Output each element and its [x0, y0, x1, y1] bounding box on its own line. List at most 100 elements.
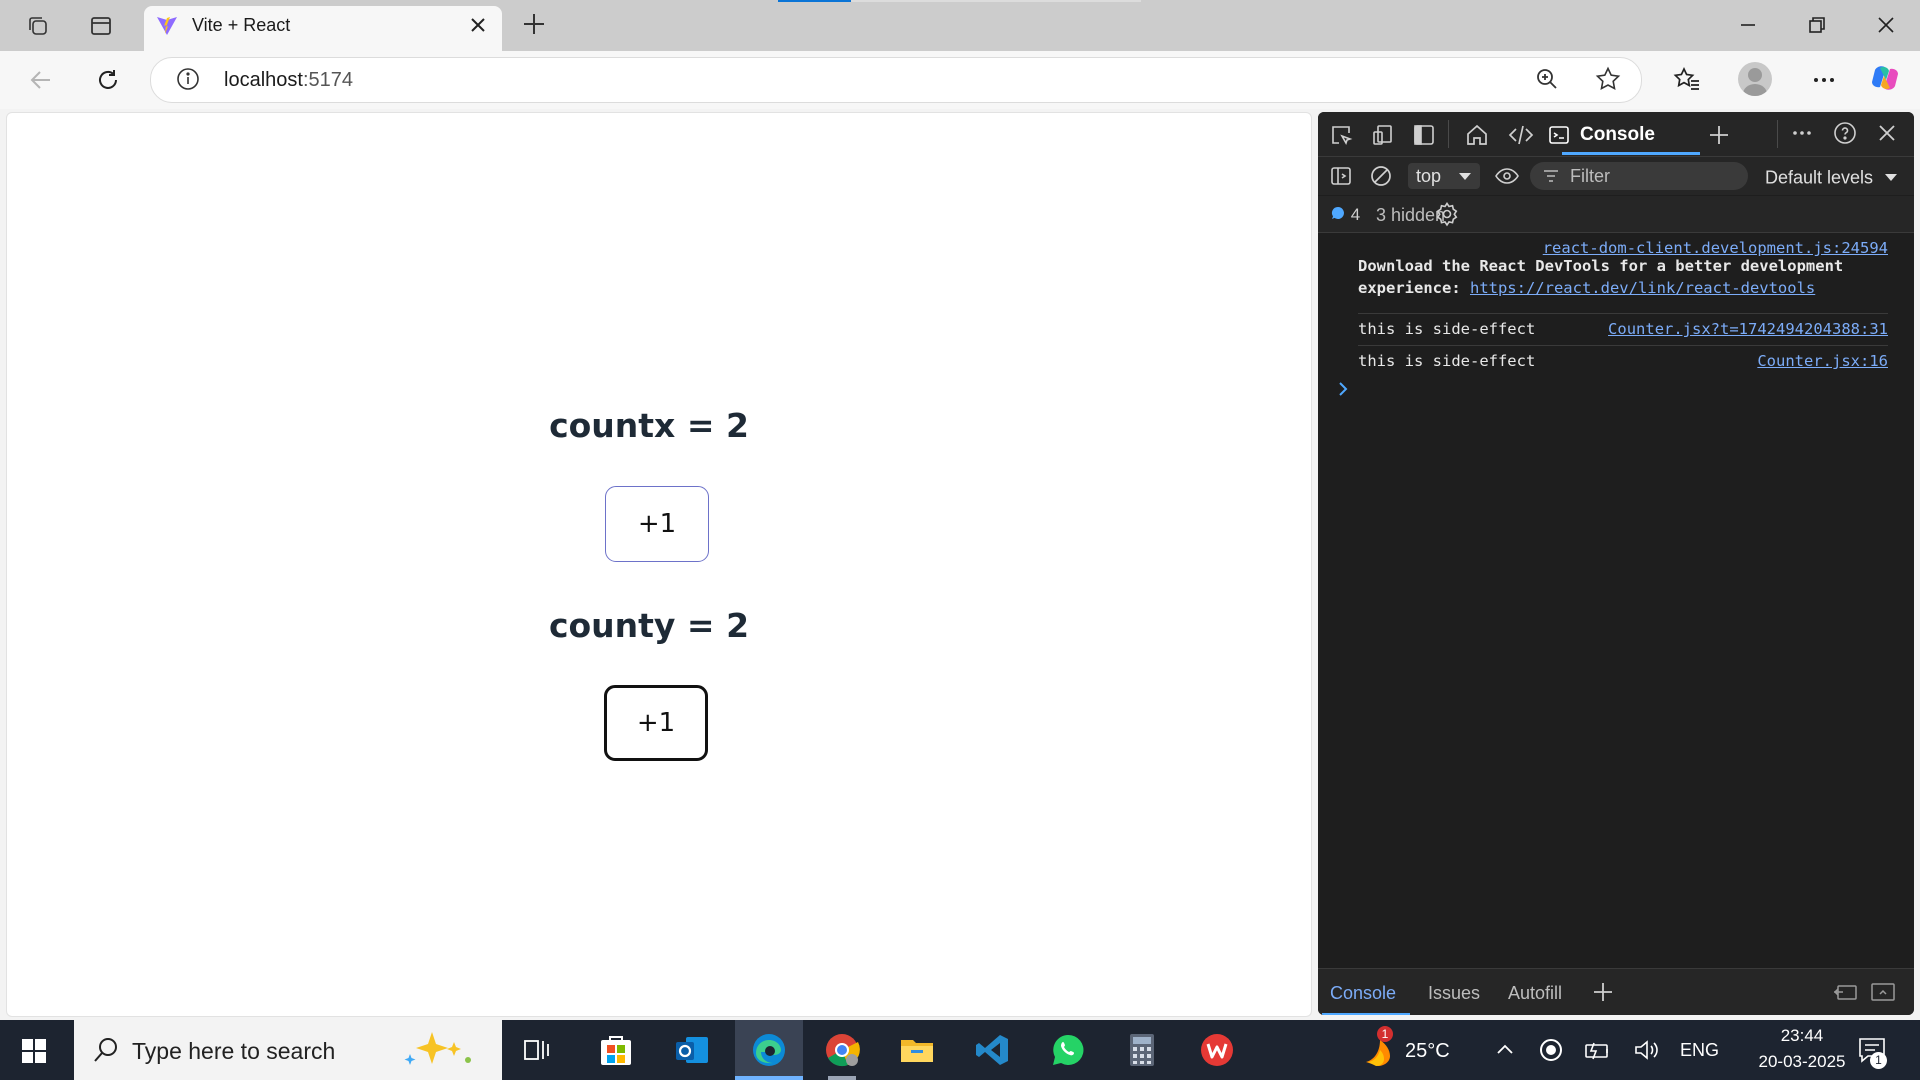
console-settings-gear-icon[interactable]: [1432, 199, 1462, 229]
log-source-link[interactable]: Counter.jsx?t=1742494204388:31: [1608, 320, 1888, 338]
close-window-icon[interactable]: [1866, 10, 1906, 40]
meet-now-icon[interactable]: [1531, 1030, 1571, 1070]
search-placeholder: Type here to search: [132, 1038, 336, 1064]
countx-heading: countx = 2: [549, 406, 749, 445]
search-icon: [92, 1036, 120, 1069]
windows-taskbar: Type here to search 1 25°C ENG 23:44 20-…: [0, 1020, 1920, 1080]
restore-icon[interactable]: [1797, 10, 1837, 40]
welcome-home-icon[interactable]: [1462, 120, 1492, 150]
windows-start-icon[interactable]: [20, 1037, 48, 1070]
quick-view-icon[interactable]: [1830, 977, 1860, 1007]
more-options-icon[interactable]: [1807, 63, 1841, 97]
search-highlight-sparkle-icon: [392, 1028, 488, 1077]
console-status-bar: 4 3 hidden: [1318, 196, 1914, 233]
input-language[interactable]: ENG: [1680, 1040, 1719, 1061]
new-tab-icon[interactable]: [520, 10, 548, 43]
notification-count-badge: 1: [1870, 1052, 1887, 1069]
dock-drawer-icon[interactable]: [1868, 977, 1898, 1007]
countx-increment-button[interactable]: +1: [605, 486, 709, 562]
devtools-drawer: Console Issues Autofill: [1318, 968, 1914, 1015]
log-message: this is side-effect: [1358, 320, 1536, 338]
console-output: react-dom-client.development.js:24594 Do…: [1318, 233, 1914, 953]
running-app-underline: [828, 1076, 856, 1080]
calculator-icon[interactable]: [1122, 1030, 1162, 1070]
log-entry-side-effect-2: this is side-effect Counter.jsx:16: [1358, 347, 1888, 377]
filter-placeholder: Filter: [1570, 166, 1610, 186]
chevron-down-icon: [1882, 166, 1900, 191]
show-sidebar-icon[interactable]: [1326, 161, 1356, 191]
vertical-tabs-icon[interactable]: [87, 12, 115, 40]
wps-office-icon[interactable]: [1197, 1030, 1237, 1070]
dock-side-icon[interactable]: [1409, 120, 1439, 150]
file-explorer-icon[interactable]: [897, 1030, 937, 1070]
context-value: top: [1416, 166, 1442, 186]
task-view-icon[interactable]: [518, 1030, 558, 1070]
device-emulation-icon[interactable]: [1368, 120, 1398, 150]
tabbar-divider: [1448, 120, 1449, 148]
workspaces-icon[interactable]: [24, 12, 52, 40]
drawer-tab-issues[interactable]: Issues: [1428, 983, 1480, 1004]
clock-time[interactable]: 23:44: [1760, 1026, 1844, 1046]
active-app-underline: [735, 1076, 803, 1080]
microsoft-store-icon[interactable]: [596, 1030, 636, 1070]
zoom-icon[interactable]: [1530, 62, 1564, 96]
drawer-tab-console[interactable]: Console: [1330, 983, 1396, 1004]
site-info-icon[interactable]: [171, 62, 205, 96]
log-levels-dropdown[interactable]: Default levels: [1765, 166, 1900, 191]
vscode-icon[interactable]: [972, 1030, 1012, 1070]
console-tab-icon[interactable]: [1544, 120, 1574, 150]
message-count[interactable]: 4: [1330, 205, 1360, 226]
devtools-panel: Console top Filter Default levels 4 3 hi…: [1318, 112, 1914, 1015]
show-hidden-icons-chevron-icon[interactable]: [1485, 1030, 1525, 1070]
battery-icon[interactable]: [1578, 1030, 1618, 1070]
address-bar[interactable]: localhost:5174: [150, 57, 1642, 103]
weather-badge: 1: [1377, 1026, 1393, 1042]
taskbar-search-box[interactable]: Type here to search: [74, 1020, 502, 1080]
drawer-active-indicator: [1322, 1013, 1410, 1015]
context-select[interactable]: top: [1408, 163, 1480, 189]
favorites-icon[interactable]: [1670, 63, 1704, 97]
log-source-link[interactable]: Counter.jsx:16: [1757, 352, 1888, 370]
elements-tab-icon[interactable]: [1506, 120, 1536, 150]
refresh-icon[interactable]: [91, 63, 125, 97]
close-devtools-icon[interactable]: [1872, 118, 1902, 148]
edge-browser-icon[interactable]: [749, 1030, 789, 1070]
url-port: :5174: [302, 69, 353, 91]
devtools-more-icon[interactable]: [1787, 118, 1817, 148]
outlook-icon[interactable]: [672, 1030, 712, 1070]
loading-indicator: [778, 0, 851, 2]
copilot-icon[interactable]: [1868, 61, 1902, 95]
whatsapp-icon[interactable]: [1048, 1030, 1088, 1070]
log-message-line1: Download the React DevTools for a better…: [1358, 257, 1844, 275]
volume-icon[interactable]: [1627, 1030, 1667, 1070]
profile-avatar[interactable]: [1738, 62, 1772, 96]
clear-console-icon[interactable]: [1366, 161, 1396, 191]
react-devtools-link[interactable]: https://react.dev/link/react-devtools: [1470, 279, 1815, 297]
weather-temperature[interactable]: 25°C: [1405, 1040, 1450, 1063]
log-entry-devtools-hint: react-dom-client.development.js:24594 Do…: [1358, 239, 1888, 314]
minimize-icon[interactable]: [1728, 10, 1768, 40]
back-icon[interactable]: [24, 63, 58, 97]
console-filter-bar: top Filter Default levels: [1318, 157, 1914, 195]
clock-date[interactable]: 20-03-2025: [1748, 1052, 1856, 1072]
vite-logo-icon: [155, 14, 179, 43]
tabbar-divider: [1777, 120, 1778, 148]
county-increment-button[interactable]: +1: [604, 685, 708, 761]
close-tab-icon[interactable]: [466, 13, 490, 42]
help-icon[interactable]: [1830, 118, 1860, 148]
tab-title: Vite + React: [192, 15, 291, 35]
log-message-line2: experience:: [1358, 279, 1470, 297]
console-filter-input[interactable]: Filter: [1530, 162, 1748, 190]
add-drawer-tab-icon[interactable]: [1588, 977, 1618, 1007]
more-tools-plus-icon[interactable]: [1704, 120, 1734, 150]
drawer-tab-autofill[interactable]: Autofill: [1508, 983, 1562, 1004]
log-message: this is side-effect: [1358, 352, 1536, 370]
inspect-element-icon[interactable]: [1326, 120, 1356, 150]
log-levels-label: Default levels: [1765, 167, 1874, 188]
url-text[interactable]: localhost:5174: [224, 69, 353, 92]
chrome-icon[interactable]: [822, 1030, 862, 1070]
log-source-link[interactable]: react-dom-client.development.js:24594: [1543, 239, 1888, 257]
favorite-star-icon[interactable]: [1591, 62, 1625, 96]
live-expression-eye-icon[interactable]: [1492, 161, 1522, 191]
console-prompt-chevron-icon[interactable]: [1336, 379, 1350, 403]
